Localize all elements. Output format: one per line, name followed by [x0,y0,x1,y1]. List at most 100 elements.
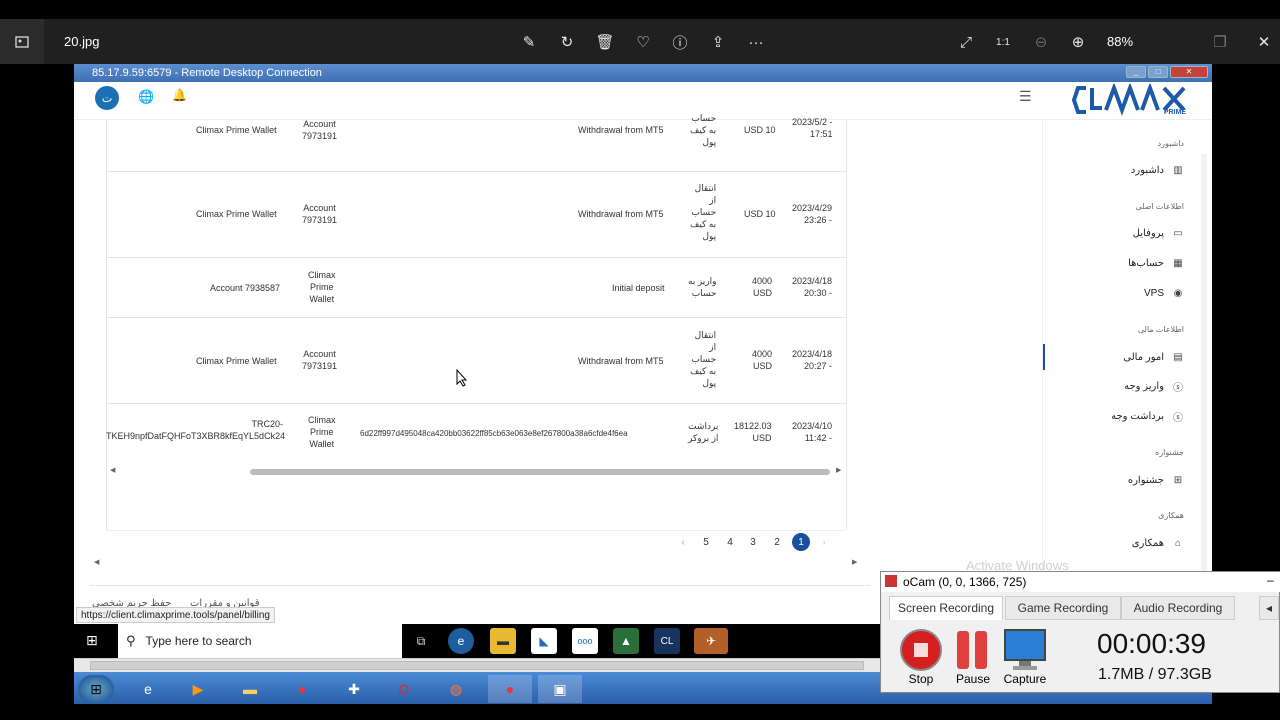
share-icon[interactable]: ⇪ [707,31,729,53]
table-row: TRC20- TKEH9npfDatFQHFoT3XBR8kfEqYL5dCk2… [106,404,846,464]
host-rdp-icon[interactable]: ▣ [538,675,582,703]
table-border-right [846,120,847,530]
sidebar-item-cooperation[interactable]: همکاری ⌂ [1132,533,1184,553]
sidebar-item-festival[interactable]: جشنواره ⊞ [1128,470,1184,490]
more-icon[interactable]: ··· [745,31,767,53]
sidebar-item-profile[interactable]: پروفایل ▭ [1133,223,1184,243]
edge-browser-icon[interactable]: e [448,628,474,654]
sidebar-section-dashboard: داشبورد [1157,139,1184,148]
page-4[interactable]: 4 [721,533,739,551]
recording-size: 1.7MB / 97.3GB [1098,666,1212,683]
delete-icon[interactable]: 🗑 [594,31,616,53]
page-1-active[interactable]: 1 [792,533,810,551]
app-icon-2[interactable]: ooo [572,628,598,654]
status-url: https://client.climaxprime.tools/panel/b… [76,607,275,623]
tab-game-recording[interactable]: Game Recording [1005,596,1121,620]
telegram-icon[interactable]: ✈ [694,628,728,654]
top-header: ت 🌐 🔔 ☰ PRIME [74,82,1212,120]
host-chrome-icon[interactable]: ● [286,675,318,703]
host-app-icon[interactable]: ✚ [338,675,370,703]
cell-amount: 18122.03 USD [734,421,772,443]
zoom-in-icon[interactable]: ⊕ [1067,31,1089,53]
climax-app-icon[interactable]: CL [654,628,680,654]
close-window-icon[interactable]: ✕ [1253,31,1275,53]
app-icon-1[interactable]: ◣ [531,628,557,654]
page-3[interactable]: 3 [744,533,762,551]
cell-date: 2023/5/2 - 17:51 [792,117,833,139]
cell-type: انتقال از حساب به کیف پول [690,183,717,241]
user-avatar[interactable]: ت [95,86,119,110]
sidebar-item-dashboard[interactable]: داشبورد ▥ [1131,160,1184,180]
cell-to: Account 7938587 [210,283,281,293]
scroll-left-arrow[interactable]: ◀ [110,466,115,474]
table-bottom-border [106,530,846,531]
rdp-close-button[interactable]: ✕ [1170,66,1208,78]
favorite-icon[interactable]: ♡ [632,31,654,53]
host-firefox-icon[interactable]: ◍ [440,675,472,703]
task-view-icon[interactable]: ⧉ [408,628,434,654]
host-start-orb[interactable]: ⊞ [78,675,114,703]
rotate-icon[interactable]: ↻ [556,31,578,53]
menu-toggle-icon[interactable]: ☰ [1019,88,1032,105]
tab-screen-recording[interactable]: Screen Recording [889,596,1003,620]
sidebar-scroll-track[interactable] [1201,154,1207,624]
rdp-scroll-thumb[interactable] [90,661,864,670]
ocam-minimize-button[interactable]: – [1267,573,1274,587]
rdp-maximize-button[interactable]: □ [1148,66,1168,78]
photo-viewer-toolbar: 20.jpg ✎ ↻ 🗑 ♡ ⓘ ⇪ ··· ⤢ 1:1 ⊖ ⊕ 88% ❐ ✕ [0,19,1280,64]
host-chrome-active-icon[interactable]: ● [488,675,532,703]
file-explorer-icon[interactable]: ▬ [490,628,516,654]
capture-button[interactable]: Capture [1003,628,1047,686]
climax-prime-logo[interactable]: PRIME [1071,82,1190,118]
page-scroll-right-arrow[interactable]: ▶ [852,558,857,566]
info-icon[interactable]: ⓘ [669,31,691,53]
mouse-cursor-icon [456,369,468,387]
taskbar-search-input[interactable]: ⚲ Type here to search [118,624,402,658]
scroll-right-arrow[interactable]: ▶ [836,466,841,474]
sidebar-item-finance[interactable]: امور مالی ▤ [1123,347,1184,367]
dollar-circle-icon: ⓢ [1173,412,1183,424]
pause-button[interactable]: Pause [953,628,993,686]
host-opera-icon[interactable]: O [388,675,420,703]
cell-from: Climax Prime Wallet [308,270,336,304]
monitor-capture-icon [1004,629,1046,670]
language-globe-icon[interactable]: 🌐 [138,89,154,105]
cell-to: Climax Prime Wallet [196,356,277,366]
metatrader-icon[interactable]: ▲ [613,628,639,654]
host-ie-icon[interactable]: e [132,675,164,703]
zoom-out-icon[interactable]: ⊖ [1030,31,1052,53]
page-5[interactable]: 5 [697,533,715,551]
cell-to: Climax Prime Wallet [196,209,277,219]
sidebar-item-accounts[interactable]: حساب‌ها ▦ [1128,253,1184,273]
sidebar-item-label: امور مالی [1123,351,1164,363]
sidebar-item-vps[interactable]: VPS ◉ [1144,283,1184,303]
cell-description: Withdrawal from MT5 [578,125,664,135]
restore-window-icon[interactable]: ❐ [1209,31,1231,53]
gift-icon: ⊞ [1173,474,1183,486]
pause-label: Pause [955,672,991,686]
pagination-prev[interactable]: ‹ [674,533,692,551]
table-horizontal-scrollbar[interactable] [250,469,830,475]
cell-from: Account 7973191 [302,119,338,141]
rdp-minimize-button[interactable]: _ [1126,66,1146,78]
sidebar-item-withdraw[interactable]: برداشت وجه ⓢ [1111,406,1184,426]
file-name: 20.jpg [64,34,100,49]
recording-timer: 00:00:39 [1097,628,1206,659]
notification-bell-icon[interactable]: 🔔 [172,88,187,102]
host-media-icon[interactable]: ▶ [182,675,214,703]
edit-image-icon[interactable]: ✎ [518,31,540,53]
sidebar-item-deposit[interactable]: واریز وجه ⓢ [1124,376,1184,396]
pagination-next[interactable]: › [815,533,833,551]
cell-amount: USD 10 [744,209,776,219]
rdp-horizontal-scrollbar[interactable] [74,658,880,672]
page-scroll-left-arrow[interactable]: ◀ [94,558,99,566]
host-explorer-icon[interactable]: ▬ [234,675,266,703]
actual-size-icon[interactable]: 1:1 [992,31,1014,53]
page-2[interactable]: 2 [768,533,786,551]
windows-start-icon[interactable]: ⊞ [86,632,98,649]
eye-icon: ◉ [1173,287,1183,299]
tab-audio-recording[interactable]: Audio Recording [1121,596,1235,620]
stop-button[interactable]: Stop [899,628,943,686]
tab-scroll-left[interactable]: ◂ [1259,596,1279,620]
fullscreen-icon[interactable]: ⤢ [955,31,977,53]
